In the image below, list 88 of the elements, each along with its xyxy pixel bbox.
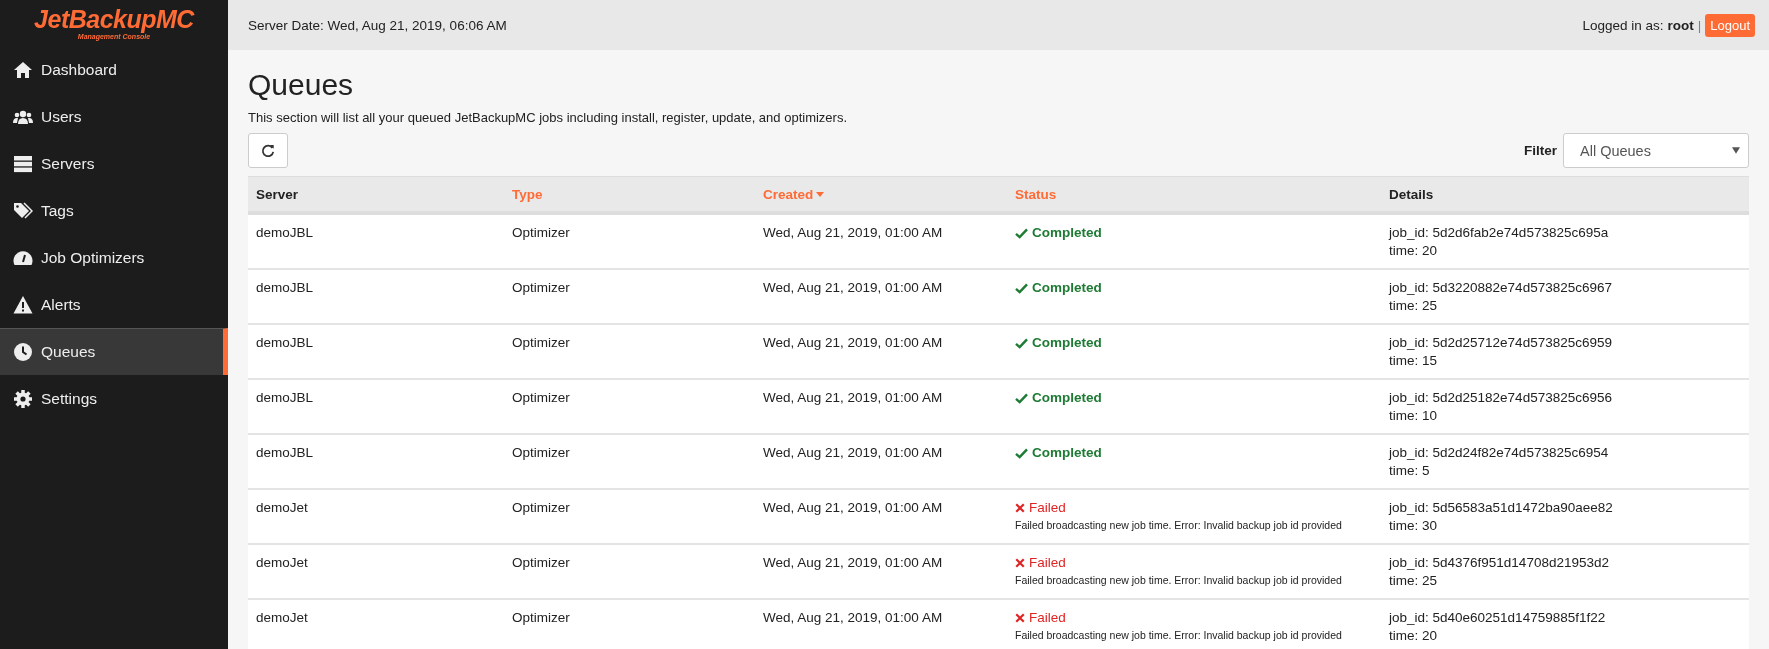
- detail-line: job_id: 5d4376f951d14708d21953d2: [1389, 554, 1610, 572]
- settings-icon: [13, 388, 33, 409]
- status-label: Failed: [1015, 554, 1066, 572]
- check-icon: [1015, 392, 1028, 404]
- error-message: Failed broadcasting new job time. Error: Invalid backup job id provided: [1015, 573, 1343, 587]
- server-name: demoJet: [256, 500, 308, 515]
- clock-icon: [13, 342, 33, 362]
- detail-line: time: 10: [1389, 407, 1439, 425]
- detail-line: job_id: 5d56583a51d1472ba90aee82: [1389, 499, 1614, 517]
- warning-icon: [13, 294, 33, 315]
- detail-line: job_id: 5d40e60251d14759885f1f22: [1389, 609, 1607, 627]
- job-type: Optimizer: [512, 335, 570, 350]
- separator: |: [1697, 17, 1702, 33]
- cross-icon: [1015, 558, 1025, 568]
- job-type: Optimizer: [512, 390, 570, 405]
- server-date: Server Date: Wed, Aug 21, 2019, 06:06 AM: [248, 17, 507, 33]
- sidebar-item[interactable]: Alerts: [0, 281, 228, 328]
- job-type: Optimizer: [512, 610, 570, 625]
- check-icon: [1015, 282, 1028, 294]
- detail-line: job_id: 5d3220882e74d573825c6967: [1389, 279, 1613, 297]
- status-label: Completed: [1015, 389, 1102, 407]
- created-date: Wed, Aug 21, 2019, 01:00 AM: [763, 555, 943, 570]
- status-label: Completed: [1015, 279, 1102, 297]
- server-name: demoJBL: [256, 335, 314, 350]
- status-label: Failed: [1015, 499, 1066, 517]
- created-date: Wed, Aug 21, 2019, 01:00 AM: [763, 225, 943, 240]
- server-name: demoJet: [256, 610, 308, 625]
- cross-icon: [1015, 503, 1025, 513]
- server-name: demoJet: [256, 555, 308, 570]
- detail-line: job_id: 5d2d6fab2e74d573825c695a: [1389, 224, 1610, 242]
- column-header: Server: [248, 176, 504, 213]
- job-type: Optimizer: [512, 280, 570, 295]
- logged-in-label: Logged in as:: [1582, 17, 1664, 33]
- status-label: Completed: [1015, 224, 1102, 242]
- refresh-icon: [261, 143, 275, 158]
- server-name: demoJBL: [256, 390, 314, 405]
- filter-label: Filter: [1524, 143, 1557, 158]
- refresh-button[interactable]: [248, 133, 288, 168]
- server-name: demoJBL: [256, 225, 314, 240]
- detail-line: time: 25: [1389, 297, 1439, 315]
- detail-line: time: 5: [1389, 462, 1431, 480]
- job-type: Optimizer: [512, 500, 570, 515]
- logo-text: JetBackupMC: [34, 6, 194, 32]
- server-name: demoJBL: [256, 280, 314, 295]
- error-message: Failed broadcasting new job time. Error: Invalid backup job id provided: [1015, 628, 1343, 642]
- created-date: Wed, Aug 21, 2019, 01:00 AM: [763, 500, 943, 515]
- created-date: Wed, Aug 21, 2019, 01:00 AM: [763, 390, 943, 405]
- sidebar-item[interactable]: Users: [0, 93, 228, 140]
- check-icon: [1015, 337, 1028, 349]
- job-type: Optimizer: [512, 225, 570, 240]
- home-icon: [13, 59, 33, 80]
- dropdown-caret-icon: [1732, 147, 1740, 154]
- status-label: Completed: [1015, 444, 1102, 462]
- detail-line: job_id: 5d2d24f82e74d573825c6954: [1389, 444, 1610, 462]
- column-header: Details: [1381, 176, 1749, 213]
- created-date: Wed, Aug 21, 2019, 01:00 AM: [763, 610, 943, 625]
- created-date: Wed, Aug 21, 2019, 01:00 AM: [763, 280, 943, 295]
- servers-icon: [13, 153, 33, 174]
- filter-dropdown[interactable]: All Queues: [1563, 133, 1749, 168]
- detail-line: time: 15: [1389, 352, 1439, 370]
- sidebar-item[interactable]: Servers: [0, 140, 228, 187]
- created-date: Wed, Aug 21, 2019, 01:00 AM: [763, 445, 943, 460]
- error-message: Failed broadcasting new job time. Error: Invalid backup job id provided: [1015, 518, 1343, 532]
- check-icon: [1015, 447, 1028, 459]
- detail-line: time: 20: [1389, 242, 1439, 260]
- job-type: Optimizer: [512, 445, 570, 460]
- detail-line: time: 30: [1389, 517, 1439, 535]
- sidebar-item[interactable]: Tags: [0, 187, 228, 234]
- page-description: This section will list all your queued JetBackupMC jobs including install, register, update, and optimizers.: [248, 110, 848, 125]
- status-label: Completed: [1015, 334, 1102, 352]
- page-title: Queues: [248, 68, 355, 102]
- sidebar-item[interactable]: Dashboard: [0, 46, 228, 93]
- username: root: [1667, 17, 1694, 33]
- cross-icon: [1015, 613, 1025, 623]
- tag-icon: [13, 200, 33, 221]
- detail-line: time: 25: [1389, 572, 1439, 590]
- job-type: Optimizer: [512, 555, 570, 570]
- created-date: Wed, Aug 21, 2019, 01:00 AM: [763, 335, 943, 350]
- server-name: demoJBL: [256, 445, 314, 460]
- sort-caret-icon: [816, 191, 825, 197]
- detail-line: job_id: 5d2d25712e74d573825c6959: [1389, 334, 1613, 352]
- check-icon: [1015, 227, 1028, 239]
- sidebar-item[interactable]: Queues: [0, 328, 228, 375]
- detail-line: time: 20: [1389, 627, 1439, 645]
- detail-line: job_id: 5d2d25182e74d573825c6956: [1389, 389, 1613, 407]
- status-label: Failed: [1015, 609, 1066, 627]
- sidebar-item[interactable]: Job Optimizers: [0, 234, 228, 281]
- sidebar-item[interactable]: Settings: [0, 375, 228, 422]
